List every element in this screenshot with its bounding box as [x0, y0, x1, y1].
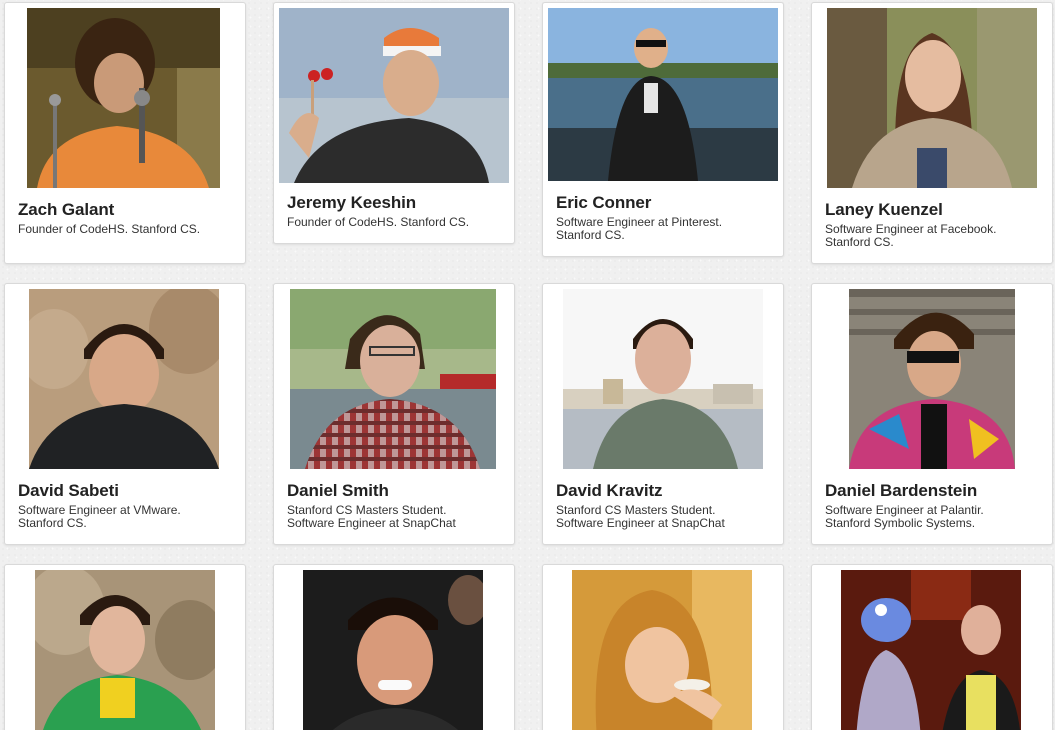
portrait-boat-lake-icon — [548, 8, 778, 181]
team-grid: Zach Galant Founder of CodeHS. Stanford … — [0, 0, 1055, 730]
team-card[interactable]: Laney Kuenzel Software Engineer at Faceb… — [811, 2, 1053, 264]
team-card[interactable] — [542, 564, 784, 730]
person-bio: Stanford CS Masters Student. Software En… — [287, 503, 456, 530]
team-card[interactable]: Daniel Smith Stanford CS Masters Student… — [273, 283, 515, 545]
photo-zach-galant — [27, 8, 220, 188]
person-bio: Software Engineer at Palantir. Stanford … — [825, 503, 984, 530]
person-name: Zach Galant — [18, 200, 115, 219]
photo-daniel-smith — [290, 289, 496, 469]
team-card[interactable]: David Sabeti Software Engineer at VMware… — [4, 283, 246, 545]
portrait-city-river-icon — [563, 289, 763, 469]
team-card[interactable]: Zach Galant Founder of CodeHS. Stanford … — [4, 2, 246, 264]
portrait-singer-microphone-icon — [27, 8, 220, 188]
portrait-curly-hair-eating-icon — [572, 570, 752, 730]
photo-person-11 — [572, 570, 752, 730]
team-card[interactable]: Daniel Bardenstein Software Engineer at … — [811, 283, 1053, 545]
person-name: Daniel Smith — [287, 481, 389, 500]
team-card[interactable] — [811, 564, 1053, 730]
person-name: David Kravitz — [556, 481, 663, 500]
person-name: Daniel Bardenstein — [825, 481, 978, 500]
photo-person-10 — [303, 570, 483, 730]
photo-laney-kuenzel — [827, 8, 1037, 188]
person-name: Eric Conner — [556, 193, 652, 212]
person-name: David Sabeti — [18, 481, 119, 500]
portrait-desert-rocks-icon — [29, 289, 219, 469]
photo-daniel-bardenstein — [849, 289, 1015, 469]
photo-david-sabeti — [29, 289, 219, 469]
photo-eric-conner — [548, 8, 778, 181]
portrait-green-jacket-icon — [35, 570, 215, 730]
photo-person-9 — [35, 570, 215, 730]
team-card[interactable] — [4, 564, 246, 730]
person-bio: Stanford CS Masters Student. Software En… — [556, 503, 725, 530]
portrait-glasses-plaid-icon — [290, 289, 496, 469]
photo-jeremy-keeshin — [279, 8, 509, 183]
person-name: Laney Kuenzel — [825, 200, 943, 219]
person-bio: Software Engineer at Pinterest. Stanford… — [556, 215, 723, 242]
portrait-outdoors-tree-icon — [827, 8, 1037, 188]
team-card[interactable]: David Kravitz Stanford CS Masters Studen… — [542, 283, 784, 545]
person-name: Jeremy Keeshin — [287, 193, 417, 212]
person-bio: Software Engineer at VMware. Stanford CS… — [18, 503, 181, 530]
portrait-sunglasses-jacket-icon — [849, 289, 1015, 469]
photo-david-kravitz — [563, 289, 763, 469]
portrait-cap-juggling-icon — [279, 8, 509, 183]
photo-person-12 — [841, 570, 1021, 730]
team-card[interactable] — [273, 564, 515, 730]
person-bio: Founder of CodeHS. Stanford CS. — [18, 222, 201, 236]
portrait-smiling-dark-icon — [303, 570, 483, 730]
person-bio: Software Engineer at Facebook. Stanford … — [825, 222, 997, 249]
team-card[interactable]: Eric Conner Software Engineer at Pintere… — [542, 2, 784, 257]
team-card[interactable]: Jeremy Keeshin Founder of CodeHS. Stanfo… — [273, 2, 515, 244]
person-bio: Founder of CodeHS. Stanford CS. — [287, 215, 470, 229]
portrait-muppet-yellow-shirt-icon — [841, 570, 1021, 730]
